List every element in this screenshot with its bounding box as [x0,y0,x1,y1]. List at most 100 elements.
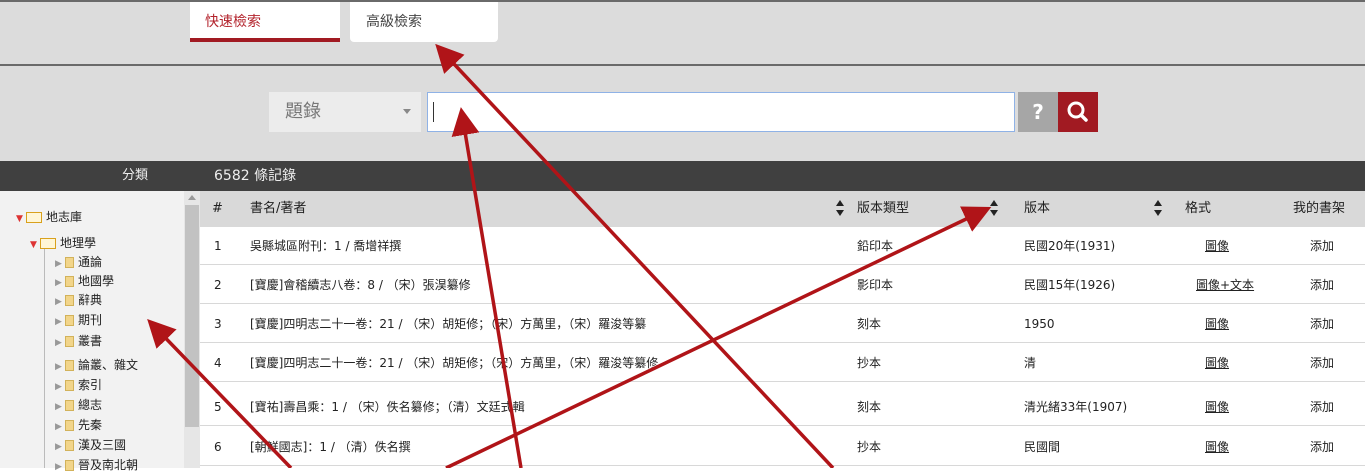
table-row: 2 [寶慶]會稽續志八卷：8 / （宋）張淏纂修 影印本 民國15年(1926)… [200,266,1365,304]
column-edition-type[interactable]: 版本類型 [857,191,909,227]
table-header: # 書名/著者 版本類型 版本 格式 我的書架 [200,191,1365,227]
row-number: 1 [214,239,222,253]
tree-node[interactable]: ▶ 漢及三國 [55,437,126,453]
table-row: 5 [寶祐]壽昌乘：1 / （宋）佚名纂修；（清）文廷式輯 刻本 清光緒33年(… [200,388,1365,426]
folder-icon [65,360,74,371]
row-edition-type: 抄本 [857,440,882,454]
row-number: 5 [214,400,222,414]
tree-node-geography[interactable]: ▼ 地理學 [30,235,96,251]
category-tree: ▼ 地志庫 ▼ 地理學 ▶ 通論 ▶ 地國學 ▶ 辭典 ▶ 期刊 ▶ 叢書 ▶ 論叢、雜文 ▶ 索… [0,191,200,472]
tree-node[interactable]: ▶ 晉及南北朝 [55,457,138,473]
tree-node[interactable]: ▶ 索引 [55,377,102,393]
format-link[interactable]: 圖像 [1205,227,1229,265]
add-to-shelf-button[interactable]: 添加 [1310,266,1334,304]
tree-node[interactable]: ▶ 期刊 [55,312,102,328]
column-edition[interactable]: 版本 [1024,191,1050,227]
column-title-author[interactable]: 書名/著者 [250,191,306,227]
row-title[interactable]: [寶慶]四明志二十一卷：21 / （宋）胡矩修；（宋）方萬里，（宋）羅浚等纂 [250,305,646,343]
open-folder-icon [40,238,56,249]
text-cursor [433,102,434,122]
row-title[interactable]: [寶祐]壽昌乘：1 / （宋）佚名纂修；（清）文廷式輯 [250,388,525,426]
search-input[interactable] [427,92,1015,132]
scrollbar-thumb[interactable] [185,205,199,427]
search-icon [1067,101,1088,122]
row-title[interactable]: [朝鮮國志]：1 / （清）佚名撰 [250,428,411,466]
column-format: 格式 [1185,201,1212,216]
sidebar-scrollbar[interactable] [184,191,200,468]
folder-icon [65,420,74,431]
add-to-shelf-button[interactable]: 添加 [1310,305,1334,343]
row-number: 2 [214,278,222,292]
row-number: 3 [214,317,222,331]
open-folder-icon [26,212,42,223]
sort-icon[interactable] [836,200,844,218]
row-title[interactable]: [寶慶]會稽續志八卷：8 / （宋）張淏纂修 [250,266,471,304]
add-to-shelf-button[interactable]: 添加 [1310,344,1334,382]
folder-icon [65,257,74,268]
row-edition: 1950 [1024,317,1055,331]
tree-node[interactable]: ▶ 辭典 [55,292,102,308]
row-edition-type: 刻本 [857,400,882,414]
expand-arrow-icon[interactable]: ▼ [16,211,26,227]
tree-node[interactable]: ▶ 叢書 [55,333,102,349]
collapsed-arrow-icon[interactable]: ▶ [55,459,65,475]
collapsed-arrow-icon[interactable]: ▶ [55,275,65,291]
expand-arrow-icon[interactable]: ▼ [30,237,40,253]
chevron-down-icon [403,109,411,114]
help-button[interactable]: ? [1018,92,1058,132]
sort-icon[interactable] [990,200,998,218]
collapsed-arrow-icon[interactable]: ▶ [55,359,65,375]
row-edition-type: 鉛印本 [857,239,894,253]
collapsed-arrow-icon[interactable]: ▶ [55,256,65,272]
folder-icon [65,276,74,287]
row-edition: 民國間 [1024,440,1061,454]
collapsed-arrow-icon[interactable]: ▶ [55,419,65,435]
table-row: 1 吳縣城區附刊：1 / 喬增祥撰 鉛印本 民國20年(1931) 圖像 添加 [200,227,1365,265]
search-field-select[interactable]: 題錄 [269,92,421,132]
tab-advanced-search[interactable]: 高級檢索 [350,2,498,42]
folder-icon [65,440,74,451]
row-edition: 清光緒33年(1907) [1024,400,1128,414]
scroll-up-icon[interactable] [188,195,196,200]
collapsed-arrow-icon[interactable]: ▶ [55,335,65,351]
tree-node-root[interactable]: ▼ 地志庫 [16,209,82,225]
format-link[interactable]: 圖像+文本 [1196,266,1254,304]
format-link[interactable]: 圖像 [1205,388,1229,426]
table-row: 4 [寶慶]四明志二十一卷：21 / （宋）胡矩修；（宋）方萬里，（宋）羅浚等纂… [200,344,1365,382]
row-edition: 民國20年(1931) [1024,239,1116,253]
tree-node[interactable]: ▶ 先秦 [55,417,102,433]
tree-node[interactable]: ▶ 總志 [55,397,102,413]
collapsed-arrow-icon[interactable]: ▶ [55,294,65,310]
search-button[interactable] [1058,92,1098,132]
tab-quick-search[interactable]: 快速檢索 [190,2,340,42]
row-edition-type: 抄本 [857,356,882,370]
results-header-bar: 分類 6582 條記錄 [0,161,1365,191]
sort-icon[interactable] [1154,200,1162,218]
row-edition: 民國15年(1926) [1024,278,1116,292]
folder-icon [65,315,74,326]
folder-icon [65,460,74,471]
format-link[interactable]: 圖像 [1205,428,1229,466]
row-number: 4 [214,356,222,370]
record-count: 6582 條記錄 [214,168,297,184]
column-my-shelf: 我的書架 [1293,201,1346,216]
add-to-shelf-button[interactable]: 添加 [1310,388,1334,426]
format-link[interactable]: 圖像 [1205,305,1229,343]
row-edition-type: 刻本 [857,317,882,331]
format-link[interactable]: 圖像 [1205,344,1229,382]
tree-node[interactable]: ▶ 論叢、雜文 [55,357,138,373]
folder-icon [65,380,74,391]
table-row: 6 [朝鮮國志]：1 / （清）佚名撰 抄本 民國間 圖像 添加 [200,428,1365,466]
row-title[interactable]: 吳縣城區附刊：1 / 喬增祥撰 [250,227,401,265]
collapsed-arrow-icon[interactable]: ▶ [55,399,65,415]
collapsed-arrow-icon[interactable]: ▶ [55,314,65,330]
add-to-shelf-button[interactable]: 添加 [1310,227,1334,265]
collapsed-arrow-icon[interactable]: ▶ [55,379,65,395]
folder-icon [65,295,74,306]
collapsed-arrow-icon[interactable]: ▶ [55,439,65,455]
add-to-shelf-button[interactable]: 添加 [1310,428,1334,466]
tree-node[interactable]: ▶ 地國學 [55,273,114,289]
row-title[interactable]: [寶慶]四明志二十一卷：21 / （宋）胡矩修；（宋）方萬里，（宋）羅浚等纂修 [250,344,658,382]
tree-node[interactable]: ▶ 通論 [55,254,102,270]
row-number: 6 [214,440,222,454]
